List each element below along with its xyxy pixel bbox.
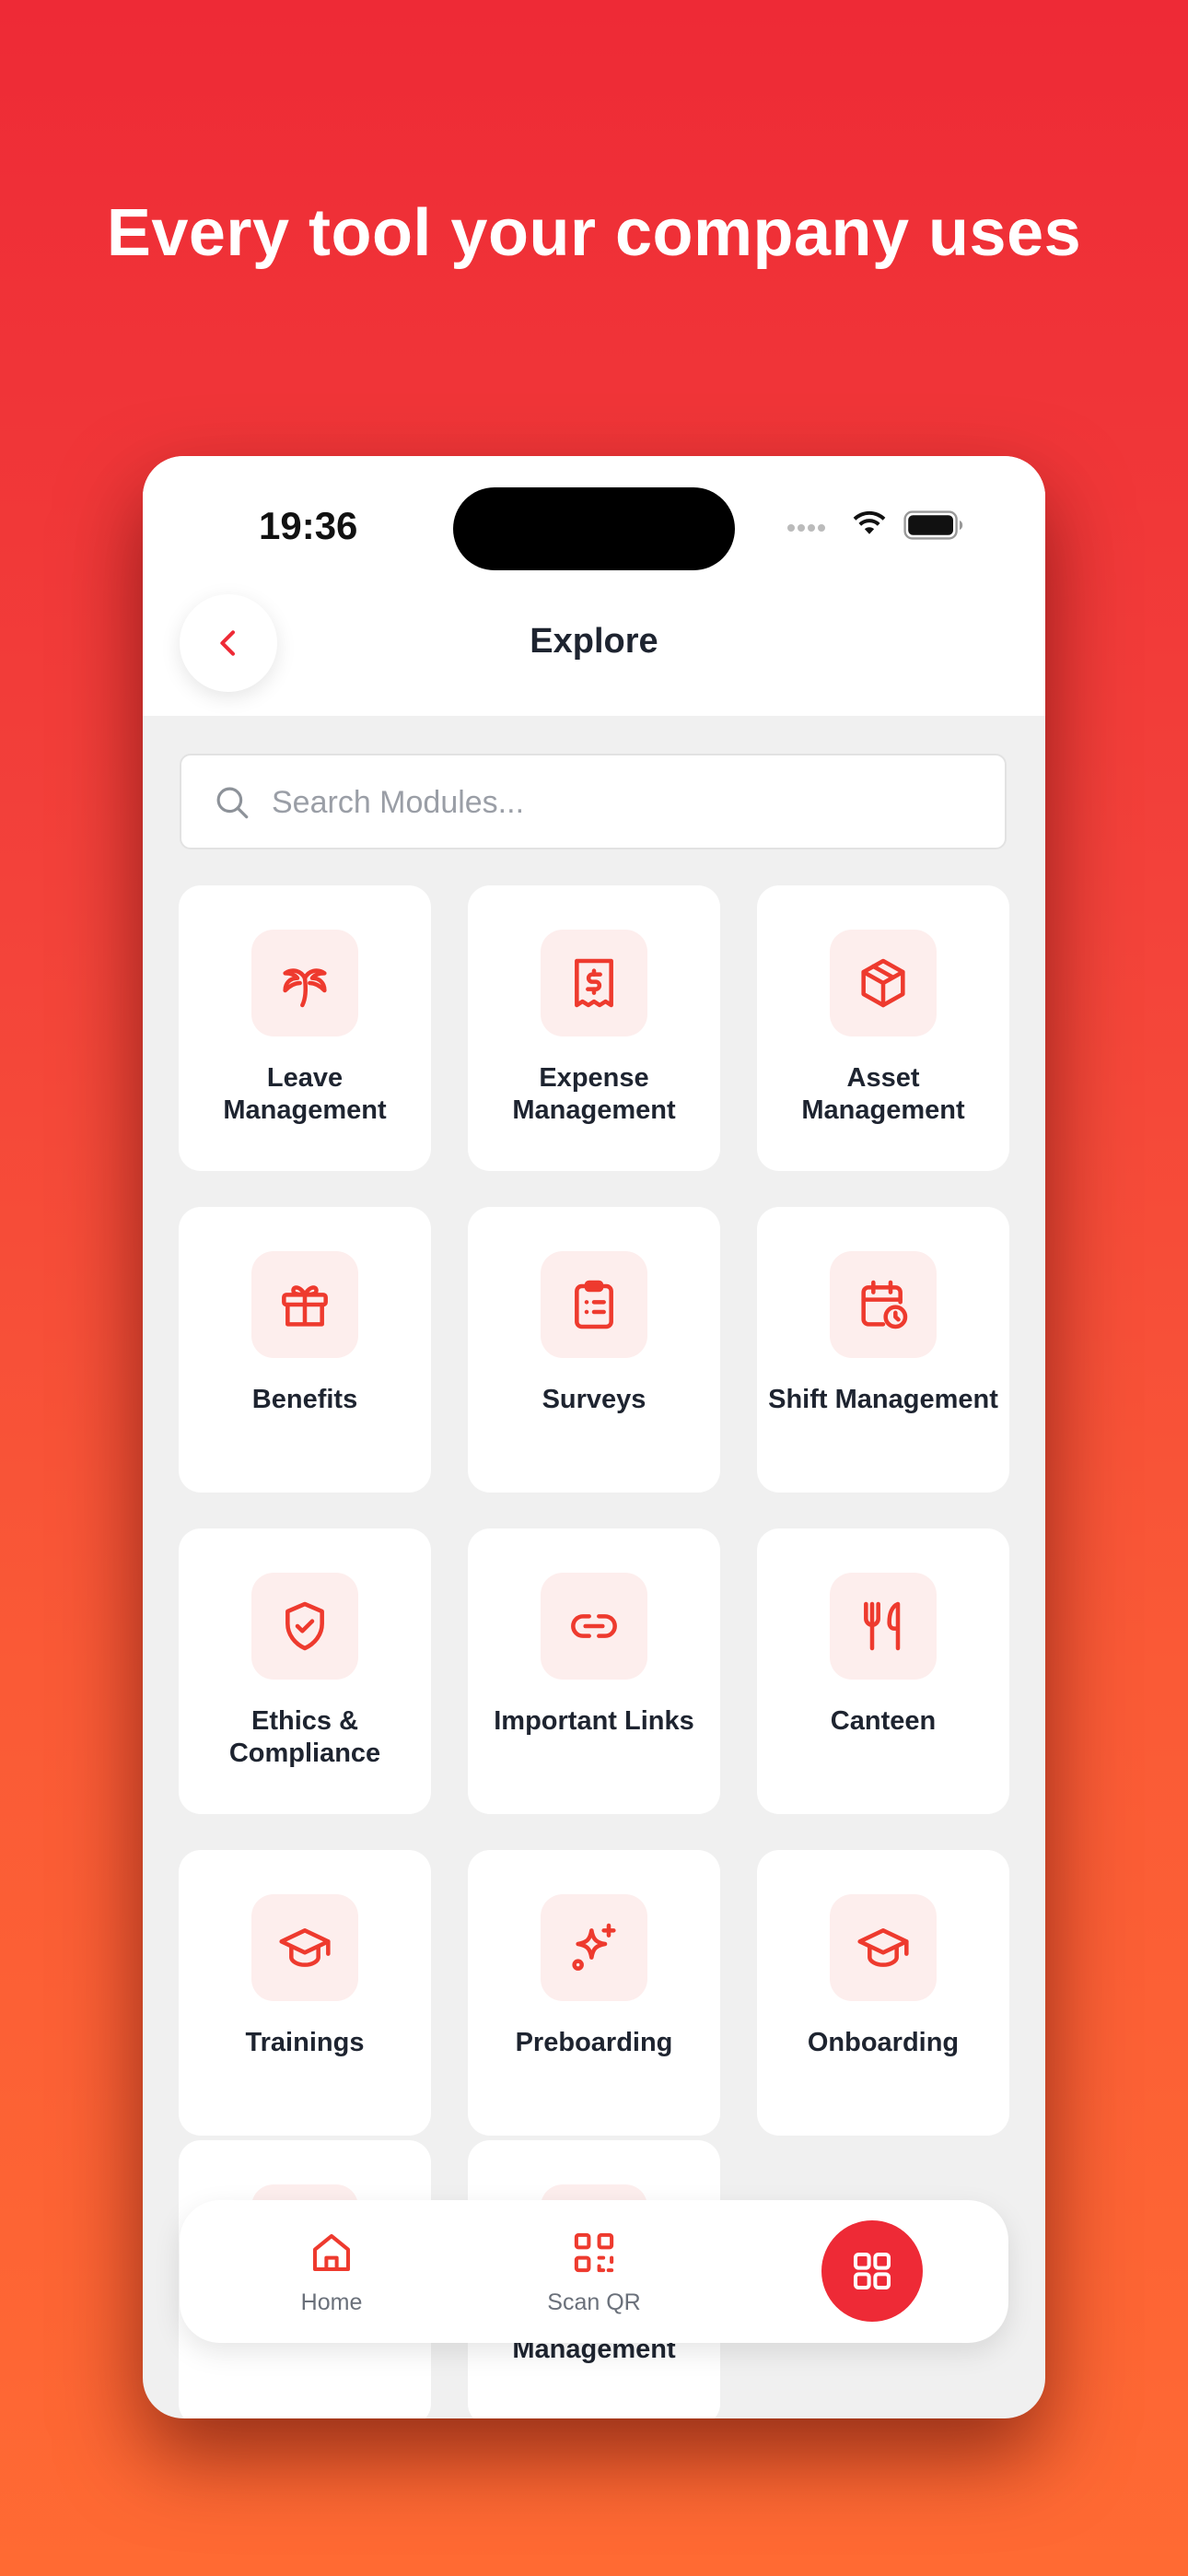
link-icon [541, 1573, 647, 1680]
module-label: Canteen [830, 1706, 937, 1736]
top-bar: 19:36 Explore [143, 456, 1045, 716]
module-canteen[interactable]: Canteen [757, 1528, 1009, 1814]
module-grid: Leave Management Expense Management Asse… [143, 456, 1045, 2418]
module-label: Surveys [542, 1385, 646, 1414]
shield-check-icon [251, 1573, 358, 1680]
module-label: Onboarding [807, 2028, 960, 2057]
module-label: Expense Management [512, 1063, 676, 1125]
module-preboarding[interactable]: Preboarding [468, 1850, 720, 2136]
module-label: Benefits [251, 1385, 358, 1414]
headline: Every tool your company uses [106, 196, 1082, 270]
module-onboarding[interactable]: Onboarding [757, 1850, 1009, 2136]
receipt-dollar-icon [541, 930, 647, 1036]
module-label: Important Links [494, 1706, 694, 1736]
module-expense-management[interactable]: Expense Management [468, 885, 720, 1171]
palm-tree-icon [251, 930, 358, 1036]
sparkle-icon [541, 1894, 647, 2001]
box-icon [830, 930, 937, 1036]
module-trainings[interactable]: Trainings [179, 1850, 431, 2136]
module-label: Asset Management [801, 1063, 965, 1125]
module-leave-management[interactable]: Leave Management [179, 885, 431, 1171]
module-ethics-compliance[interactable]: Ethics & Compliance [179, 1528, 431, 1814]
clipboard-list-icon [541, 1251, 647, 1358]
module-label: Shift Management [768, 1385, 998, 1414]
battery-icon [903, 510, 963, 540]
search-placeholder: Search Modules... [272, 785, 525, 820]
home-icon [312, 2233, 351, 2272]
module-label: Leave Management [223, 1063, 387, 1125]
apps-grid-button[interactable] [821, 2220, 923, 2322]
module-shift-management[interactable]: Shift Management [757, 1207, 1009, 1493]
module-surveys[interactable]: Surveys [468, 1207, 720, 1493]
module-benefits[interactable]: Benefits [179, 1207, 431, 1493]
page-title: Explore [530, 622, 658, 661]
fork-knife-icon [830, 1573, 937, 1680]
qr-code-icon [574, 2232, 614, 2273]
tab-home-label: Home [300, 2289, 363, 2315]
tab-scan-qr[interactable]: Scan QR [502, 2228, 686, 2316]
module-label: Ethics & Compliance [228, 1706, 381, 1768]
tab-home[interactable]: Home [239, 2228, 424, 2316]
graduation-cap-icon [251, 1894, 358, 2001]
module-label: Preboarding [515, 2028, 673, 2057]
phone-screen: Leave Management Expense Management Asse… [143, 456, 1045, 2418]
status-time: 19:36 [259, 504, 358, 547]
module-label: Trainings [245, 2028, 365, 2057]
tab-scan-label: Scan QR [547, 2289, 641, 2315]
module-asset-management[interactable]: Asset Management [757, 885, 1009, 1171]
calendar-clock-icon [830, 1251, 937, 1358]
search-icon [216, 787, 249, 819]
module-important-links[interactable]: Important Links [468, 1528, 720, 1814]
wifi-icon [853, 510, 886, 534]
grid-icon [853, 2252, 891, 2290]
status-icons [787, 507, 972, 544]
dynamic-island [453, 487, 735, 570]
graduation-cap-icon [830, 1894, 937, 2001]
bottom-tab-bar: Home Scan QR [180, 2200, 1008, 2343]
search-modules-input[interactable]: Search Modules... [180, 754, 1007, 849]
gift-icon [251, 1251, 358, 1358]
signal-icon [787, 520, 828, 536]
